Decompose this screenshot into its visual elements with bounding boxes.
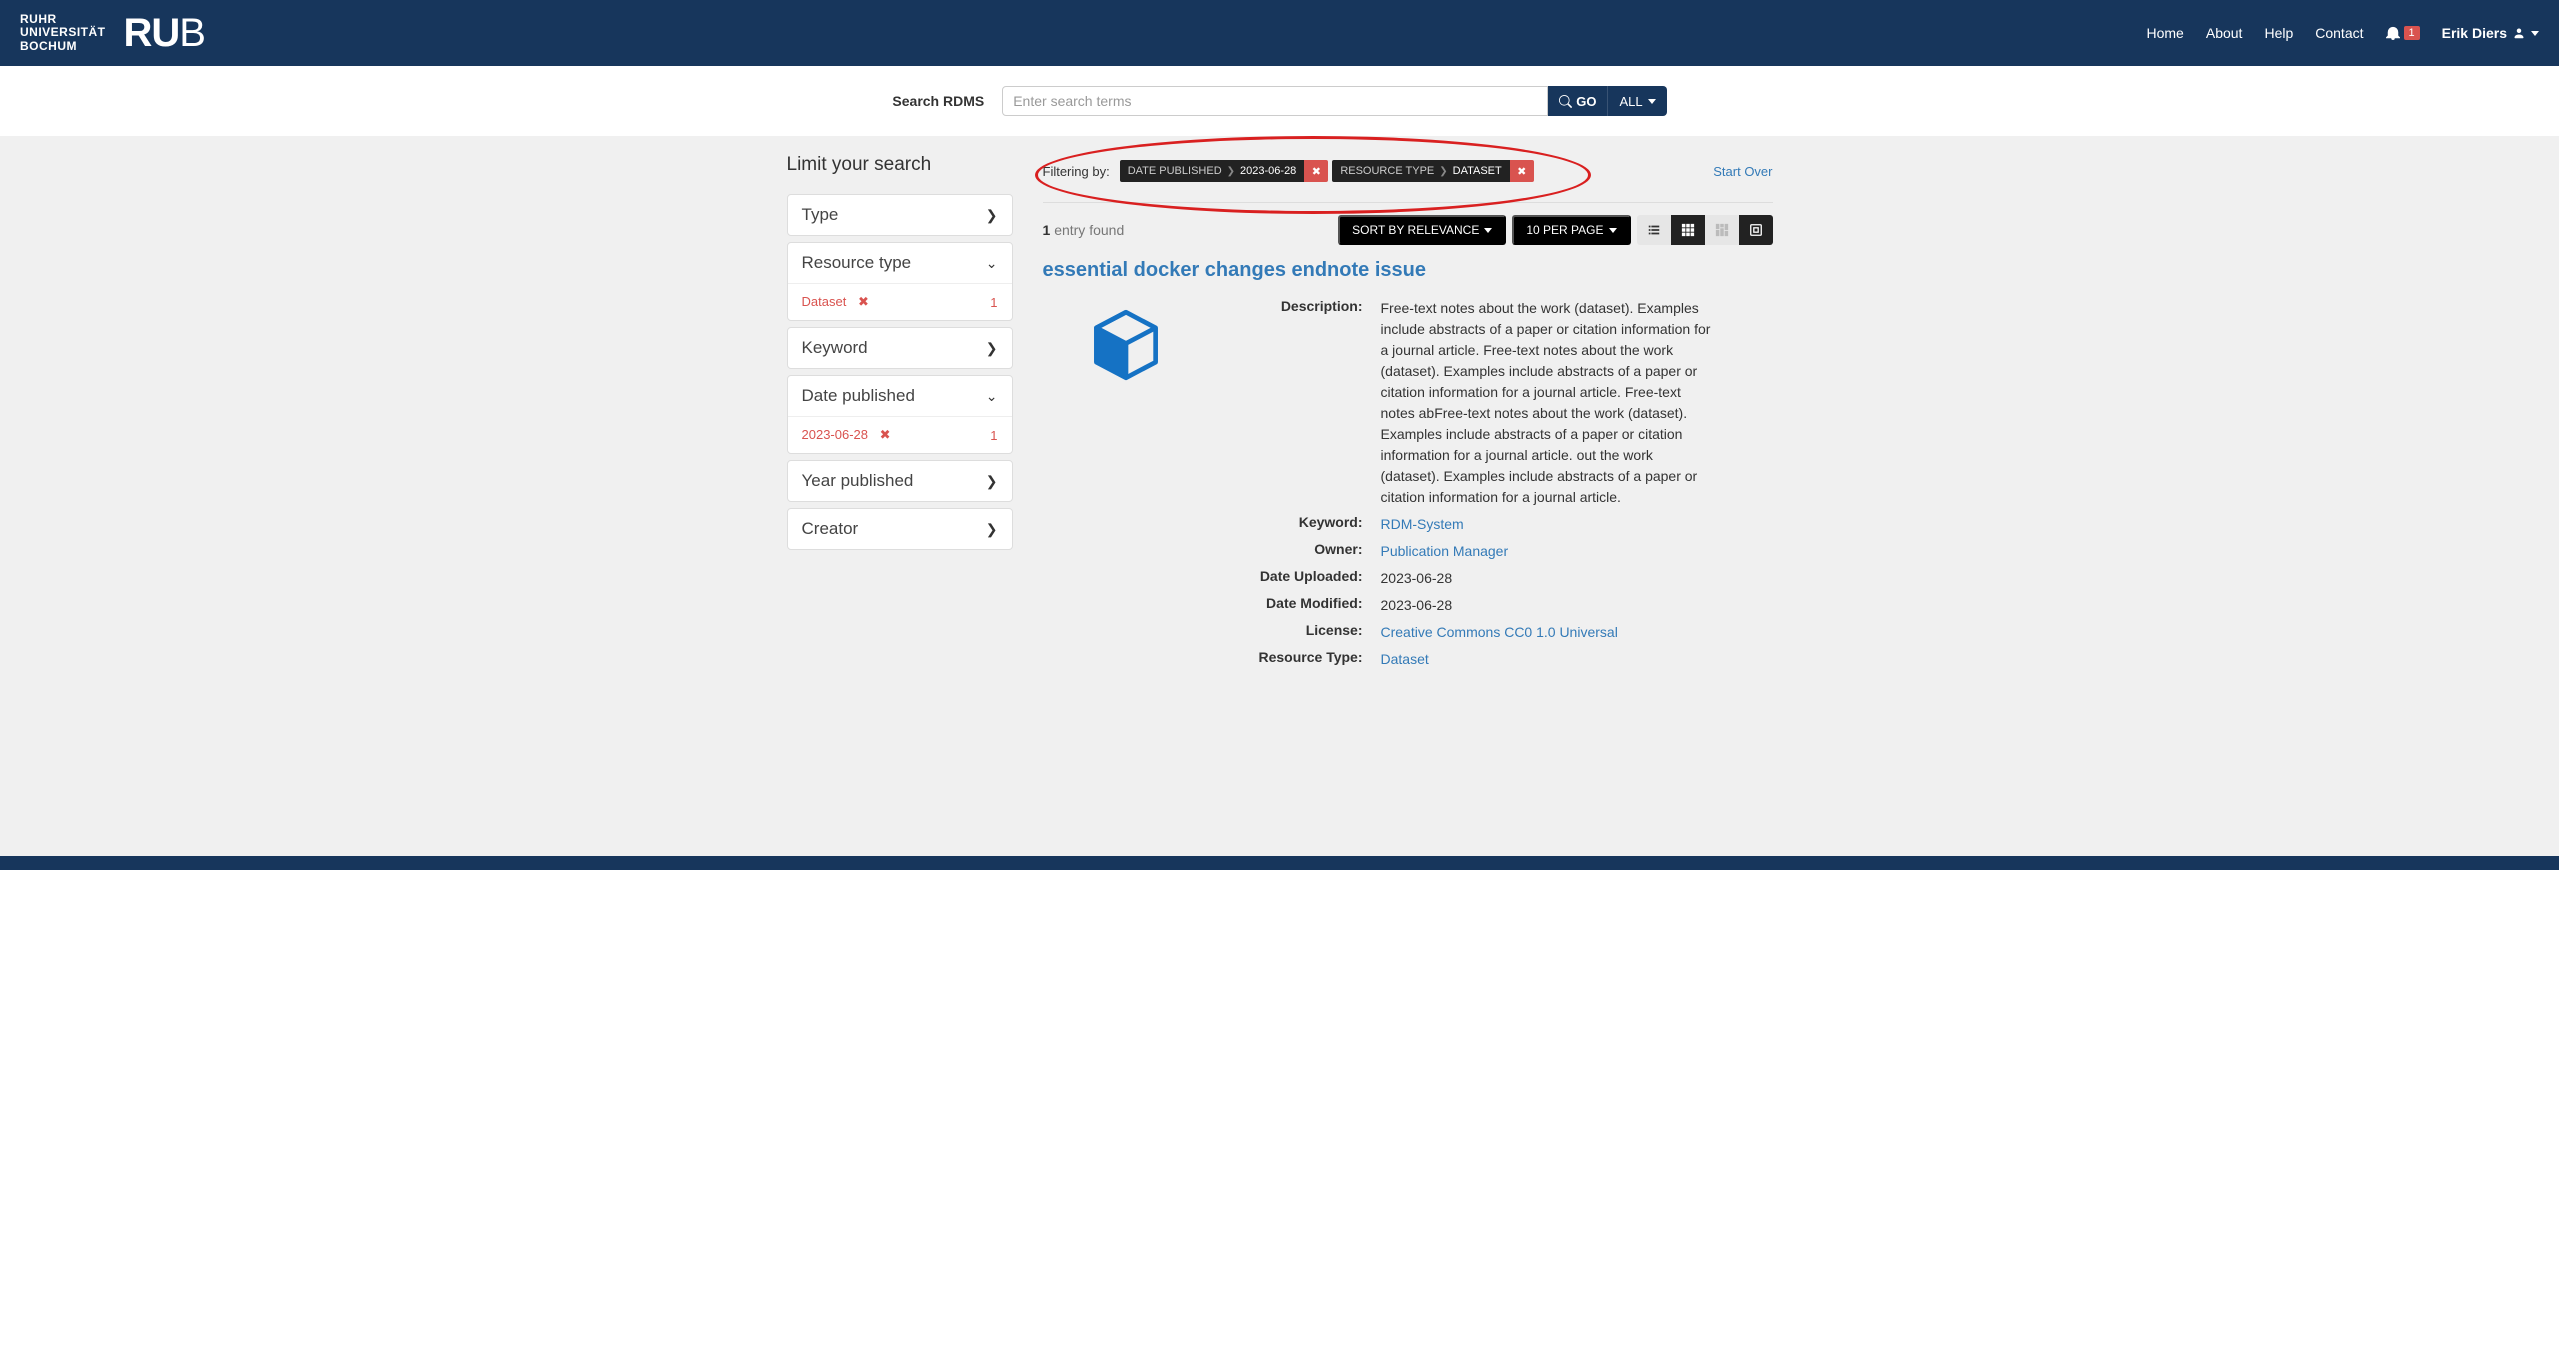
search-scope-dropdown[interactable]: ALL <box>1607 86 1666 116</box>
per-page-dropdown[interactable]: 10 PER PAGE <box>1512 215 1630 245</box>
close-icon: ✖ <box>880 427 891 442</box>
filter-label: Filtering by: <box>1043 164 1110 179</box>
view-masonry-button[interactable] <box>1705 215 1739 245</box>
meta-value: Free-text notes about the work (dataset)… <box>1381 298 1711 508</box>
result-thumbnail[interactable] <box>1043 298 1209 676</box>
chevron-right-icon: ❯ <box>986 207 998 224</box>
facet-item-dataset: Dataset ✖ 1 <box>802 294 998 310</box>
nav-home[interactable]: Home <box>2147 25 2184 41</box>
facet-remove-button[interactable]: ✖ <box>858 294 869 309</box>
results-content: Filtering by: DATE PUBLISHED ❯ 2023-06-2… <box>1043 148 1773 676</box>
meta-label: Description: <box>1233 298 1363 508</box>
meta-label: License: <box>1233 622 1363 643</box>
meta-label: Resource Type: <box>1233 649 1363 670</box>
sidebar-title: Limit your search <box>787 148 1013 182</box>
close-icon: ✖ <box>1517 165 1526 178</box>
caret-down-icon <box>1484 228 1492 233</box>
view-slideshow-button[interactable] <box>1739 215 1773 245</box>
university-name: RUHR UNIVERSITÄT BOCHUM <box>20 13 106 53</box>
chevron-right-icon: ❯ <box>986 473 998 490</box>
facet-header-keyword[interactable]: Keyword ❯ <box>788 328 1012 368</box>
search-label: Search RDMS <box>892 93 984 109</box>
caret-down-icon <box>2531 31 2539 36</box>
facet-header-date-published[interactable]: Date published ⌄ <box>788 376 1012 416</box>
user-name: Erik Diers <box>2442 25 2507 41</box>
masonry-icon <box>1715 223 1729 237</box>
result-item: Description:Free-text notes about the wo… <box>1043 298 1773 676</box>
meta-label: Date Uploaded: <box>1233 568 1363 589</box>
brand[interactable]: RUHR UNIVERSITÄT BOCHUM RUB <box>20 11 205 56</box>
facet-keyword: Keyword ❯ <box>787 327 1013 369</box>
meta-value: 2023-06-28 <box>1381 595 1453 616</box>
chevron-right-icon: ❯ <box>1439 166 1447 177</box>
facet-resource-type: Resource type ⌄ Dataset ✖ 1 <box>787 242 1013 321</box>
facet-date-published: Date published ⌄ 2023-06-28 ✖ 1 <box>787 375 1013 454</box>
dataset-cube-icon <box>1087 306 1165 384</box>
user-icon <box>2513 27 2525 39</box>
slideshow-icon <box>1749 223 1763 237</box>
notifications-button[interactable]: 1 <box>2386 26 2420 40</box>
chevron-right-icon: ❯ <box>1227 166 1235 177</box>
user-menu[interactable]: Erik Diers <box>2442 25 2539 41</box>
facet-remove-button[interactable]: ✖ <box>880 427 891 442</box>
filter-remove-button[interactable]: ✖ <box>1304 160 1328 182</box>
facet-header-type[interactable]: Type ❯ <box>788 195 1012 235</box>
sort-dropdown[interactable]: SORT BY RELEVANCE <box>1338 215 1506 245</box>
logo-rub: RUB <box>124 11 205 56</box>
owner-link[interactable]: Publication Manager <box>1381 543 1509 559</box>
search-go-button[interactable]: GO <box>1548 86 1607 116</box>
facet-header-creator[interactable]: Creator ❯ <box>788 509 1012 549</box>
filter-chip-date: DATE PUBLISHED ❯ 2023-06-28 ✖ <box>1120 160 1329 182</box>
notification-count-badge: 1 <box>2404 26 2420 40</box>
bell-icon <box>2386 26 2400 40</box>
chevron-right-icon: ❯ <box>986 521 998 538</box>
close-icon: ✖ <box>1312 165 1321 178</box>
nav-about[interactable]: About <box>2206 25 2243 41</box>
search-bar: Search RDMS GO ALL <box>0 66 2559 136</box>
nav-help[interactable]: Help <box>2264 25 2293 41</box>
meta-value: 2023-06-28 <box>1381 568 1453 589</box>
search-input[interactable] <box>1002 86 1548 116</box>
nav-contact[interactable]: Contact <box>2315 25 2363 41</box>
entry-count: 1 entry found <box>1043 222 1125 238</box>
filter-chip-resource-type: RESOURCE TYPE ❯ DATASET ✖ <box>1332 160 1533 182</box>
meta-label: Keyword: <box>1233 514 1363 535</box>
facet-sidebar: Limit your search Type ❯ Resource type ⌄… <box>787 148 1013 676</box>
view-toggle-group <box>1637 215 1773 245</box>
close-icon: ✖ <box>858 294 869 309</box>
keyword-link[interactable]: RDM-System <box>1381 516 1464 532</box>
facet-year-published: Year published ❯ <box>787 460 1013 502</box>
resource-type-link[interactable]: Dataset <box>1381 651 1429 667</box>
chevron-right-icon: ❯ <box>986 340 998 357</box>
results-toolbar: 1 entry found SORT BY RELEVANCE 10 PER P… <box>1043 202 1773 245</box>
footer-stub <box>0 856 2559 870</box>
active-filters-row: Filtering by: DATE PUBLISHED ❯ 2023-06-2… <box>1043 160 1773 182</box>
chevron-down-icon: ⌄ <box>986 255 998 272</box>
meta-label: Date Modified: <box>1233 595 1363 616</box>
facet-header-year-published[interactable]: Year published ❯ <box>788 461 1012 501</box>
license-link[interactable]: Creative Commons CC0 1.0 Universal <box>1381 624 1618 640</box>
list-icon <box>1647 223 1661 237</box>
facet-type: Type ❯ <box>787 194 1013 236</box>
start-over-link[interactable]: Start Over <box>1713 164 1772 179</box>
caret-down-icon <box>1609 228 1617 233</box>
facet-count: 1 <box>990 428 997 443</box>
chevron-down-icon: ⌄ <box>986 388 998 405</box>
filter-remove-button[interactable]: ✖ <box>1510 160 1534 182</box>
result-title-link[interactable]: essential docker changes endnote issue <box>1043 259 1773 282</box>
facet-header-resource-type[interactable]: Resource type ⌄ <box>788 243 1012 283</box>
facet-item-date: 2023-06-28 ✖ 1 <box>802 427 998 443</box>
facet-creator: Creator ❯ <box>787 508 1013 550</box>
meta-label: Owner: <box>1233 541 1363 562</box>
facet-value-link[interactable]: Dataset <box>802 294 847 309</box>
view-gallery-button[interactable] <box>1671 215 1705 245</box>
facet-count: 1 <box>990 295 997 310</box>
top-navbar: RUHR UNIVERSITÄT BOCHUM RUB Home About H… <box>0 0 2559 66</box>
search-icon <box>1559 95 1572 108</box>
caret-down-icon <box>1648 99 1656 104</box>
facet-value-link[interactable]: 2023-06-28 <box>802 427 869 442</box>
grid-icon <box>1681 223 1695 237</box>
view-list-button[interactable] <box>1637 215 1671 245</box>
